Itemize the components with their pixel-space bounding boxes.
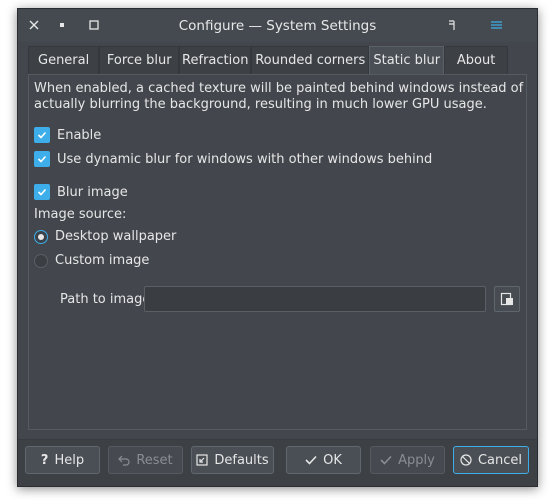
desktop-wallpaper-label: Desktop wallpaper xyxy=(55,229,177,244)
tab-label: Force blur xyxy=(106,53,172,68)
blur-image-checkbox-row[interactable]: Blur image xyxy=(34,184,128,200)
ok-label: OK xyxy=(323,452,342,468)
tab-label: Refraction xyxy=(182,53,249,68)
custom-image-radio-row[interactable]: Custom image xyxy=(34,253,149,268)
checkmark-icon xyxy=(37,188,47,196)
blur-image-checkbox[interactable] xyxy=(34,184,50,200)
checkmark-icon xyxy=(305,455,317,465)
description-text: When enabled, a cached texture will be p… xyxy=(34,81,524,112)
tab-bar: General Force blur Refraction Rounded co… xyxy=(28,46,508,74)
title-bar: Configure — System Settings xyxy=(18,9,537,42)
image-source-label: Image source: xyxy=(34,207,127,222)
checkmark-icon xyxy=(380,455,392,465)
desktop-wallpaper-radio[interactable] xyxy=(34,229,48,244)
enable-checkbox[interactable] xyxy=(34,127,50,143)
tab-rounded-corners[interactable]: Rounded corners xyxy=(251,46,370,74)
defaults-button[interactable]: Defaults xyxy=(191,446,274,474)
tab-general[interactable]: General xyxy=(28,46,100,74)
path-to-image-input[interactable] xyxy=(144,286,486,312)
dynamic-blur-checkbox[interactable] xyxy=(34,151,50,167)
tab-force-blur[interactable]: Force blur xyxy=(99,46,180,74)
enable-checkbox-row[interactable]: Enable xyxy=(34,127,101,143)
defaults-icon xyxy=(196,454,208,466)
custom-image-label: Custom image xyxy=(55,253,150,268)
blur-image-label: Blur image xyxy=(57,184,128,200)
dynamic-blur-checkbox-row[interactable]: Use dynamic blur for windows with other … xyxy=(34,151,432,167)
tab-static-blur[interactable]: Static blur xyxy=(369,46,445,74)
checkmark-icon xyxy=(37,155,47,163)
apply-label: Apply xyxy=(398,452,435,468)
reset-button[interactable]: Reset xyxy=(108,446,183,474)
configure-window: Configure — System Settings General Forc… xyxy=(17,8,538,487)
cancel-label: Cancel xyxy=(477,452,523,468)
ok-button[interactable]: OK xyxy=(286,446,361,474)
dynamic-blur-label: Use dynamic blur for windows with other … xyxy=(57,151,433,167)
static-blur-panel: When enabled, a cached texture will be p… xyxy=(28,74,527,430)
help-label: Help xyxy=(54,452,85,468)
custom-image-radio[interactable] xyxy=(34,253,48,268)
app-menu-icon[interactable] xyxy=(441,14,463,36)
dialog-button-bar: ? Help Reset Defaults OK Apply Cancel xyxy=(18,439,537,486)
undo-icon xyxy=(118,455,130,466)
open-file-icon xyxy=(500,292,513,306)
tab-label: General xyxy=(38,53,90,68)
path-to-image-label: Path to image xyxy=(60,292,151,307)
tab-about[interactable]: About xyxy=(444,46,508,74)
enable-label: Enable xyxy=(57,127,102,143)
menu-icon[interactable] xyxy=(485,14,507,36)
help-button[interactable]: ? Help xyxy=(25,446,100,474)
reset-label: Reset xyxy=(136,452,173,468)
cancel-icon xyxy=(460,454,472,466)
defaults-label: Defaults xyxy=(214,452,269,468)
tab-label: About xyxy=(456,53,496,68)
help-icon: ? xyxy=(40,452,49,468)
tab-label: Static blur xyxy=(373,53,441,68)
tab-refraction[interactable]: Refraction xyxy=(179,46,252,74)
tab-label: Rounded corners xyxy=(255,53,366,68)
desktop-wallpaper-radio-row[interactable]: Desktop wallpaper xyxy=(34,229,176,244)
apply-button[interactable]: Apply xyxy=(370,446,445,474)
browse-button[interactable] xyxy=(494,286,520,312)
cancel-button[interactable]: Cancel xyxy=(453,446,529,474)
checkmark-icon xyxy=(37,131,47,139)
